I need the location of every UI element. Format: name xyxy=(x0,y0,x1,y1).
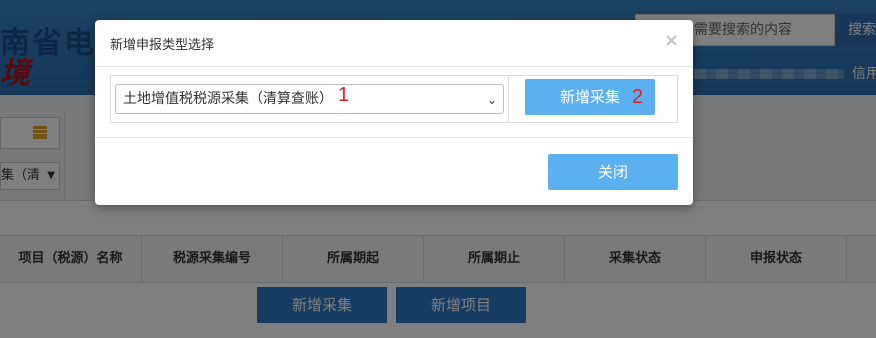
declaration-type-value: 土地增值税税源采集（清算查账） xyxy=(123,91,333,107)
dialog-footer-divider xyxy=(95,137,693,138)
dialog-header: 新增申报类型选择 × xyxy=(95,20,693,67)
close-icon[interactable]: × xyxy=(664,31,679,51)
dialog-title: 新增申报类型选择 xyxy=(110,38,215,53)
annotation-step-1: 1 xyxy=(338,84,350,106)
row-divider xyxy=(508,76,509,122)
chevron-down-icon: ⌄ xyxy=(486,93,497,107)
annotation-step-2: 2 xyxy=(632,86,644,108)
declaration-type-select[interactable]: 土地增值税税源采集（清算查账） ⌄ xyxy=(115,84,504,114)
declaration-type-dialog: 新增申报类型选择 × 土地增值税税源采集（清算查账） ⌄ 1 新增采集 2 关闭 xyxy=(95,20,693,205)
close-button[interactable]: 关闭 xyxy=(548,154,678,190)
